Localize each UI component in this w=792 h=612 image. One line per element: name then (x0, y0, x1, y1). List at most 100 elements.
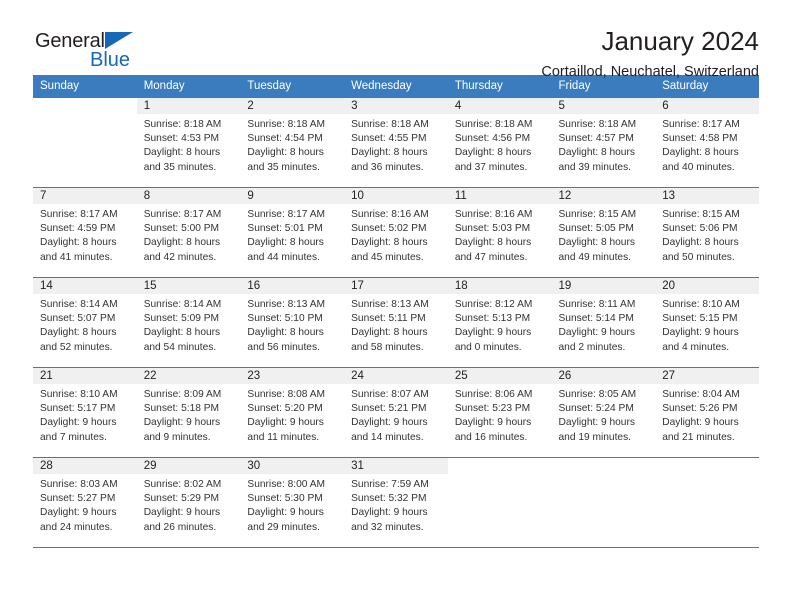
calendar-cell[interactable]: 26 Sunrise: 8:05 AM Sunset: 5:24 PM Dayl… (551, 367, 656, 457)
calendar-body: 1 Sunrise: 8:18 AM Sunset: 4:53 PM Dayli… (33, 97, 759, 547)
calendar-cell[interactable]: 25 Sunrise: 8:06 AM Sunset: 5:23 PM Dayl… (447, 367, 552, 457)
daylight-text-line2: and 21 minutes. (662, 431, 735, 443)
daylight-text-line2: and 2 minutes. (558, 341, 626, 353)
day-details: Sunrise: 8:13 AM Sunset: 5:11 PM Dayligh… (344, 294, 448, 355)
calendar-cell[interactable] (447, 457, 552, 547)
calendar-cell[interactable]: 7 Sunrise: 8:17 AM Sunset: 4:59 PM Dayli… (33, 187, 137, 277)
sunset-text: Sunset: 5:06 PM (662, 223, 738, 235)
calendar-cell[interactable]: 22 Sunrise: 8:09 AM Sunset: 5:18 PM Dayl… (136, 367, 241, 457)
triangle-icon (105, 32, 133, 49)
calendar-cell[interactable]: 18 Sunrise: 8:12 AM Sunset: 5:13 PM Dayl… (447, 277, 552, 367)
calendar-cell[interactable]: 11 Sunrise: 8:16 AM Sunset: 5:03 PM Dayl… (447, 187, 552, 277)
calendar-cell[interactable]: 28 Sunrise: 8:03 AM Sunset: 5:27 PM Dayl… (33, 457, 137, 547)
daylight-text-line1: Daylight: 8 hours (351, 237, 428, 249)
daylight-text-line2: and 4 minutes. (662, 341, 730, 353)
sunrise-text: Sunrise: 8:09 AM (143, 389, 222, 400)
sunrise-text: Sunrise: 8:17 AM (143, 209, 222, 220)
calendar-cell[interactable]: 1 Sunrise: 8:18 AM Sunset: 4:53 PM Dayli… (136, 97, 241, 187)
day-details: Sunrise: 8:07 AM Sunset: 5:21 PM Dayligh… (344, 384, 448, 445)
day-number: 11 (447, 188, 552, 204)
daylight-text-line1: Daylight: 9 hours (143, 507, 221, 519)
sunrise-text: Sunrise: 8:17 AM (40, 209, 118, 220)
day-number: 17 (344, 278, 448, 294)
daylight-text-line2: and 54 minutes. (143, 341, 217, 353)
day-number: 21 (33, 368, 137, 384)
day-details: Sunrise: 8:17 AM Sunset: 4:59 PM Dayligh… (33, 204, 137, 265)
calendar-cell[interactable]: 21 Sunrise: 8:10 AM Sunset: 5:17 PM Dayl… (33, 367, 137, 457)
day-details: Sunrise: 7:59 AM Sunset: 5:32 PM Dayligh… (344, 474, 448, 535)
calendar-cell[interactable]: 13 Sunrise: 8:15 AM Sunset: 5:06 PM Dayl… (655, 187, 759, 277)
sunset-text: Sunset: 4:56 PM (454, 133, 531, 145)
daylight-text-line2: and 58 minutes. (351, 341, 424, 353)
sunset-text: Sunset: 5:01 PM (247, 223, 323, 235)
sunset-text: Sunset: 5:05 PM (558, 223, 634, 235)
daylight-text-line1: Daylight: 9 hours (40, 417, 117, 429)
daylight-text-line1: Daylight: 8 hours (662, 237, 739, 249)
sunset-text: Sunset: 5:15 PM (662, 313, 738, 325)
daylight-text-line2: and 37 minutes. (454, 161, 528, 173)
day-details: Sunrise: 8:00 AM Sunset: 5:30 PM Dayligh… (240, 474, 344, 535)
day-number (551, 458, 656, 474)
calendar-cell[interactable]: 20 Sunrise: 8:10 AM Sunset: 5:15 PM Dayl… (655, 277, 759, 367)
calendar-cell[interactable]: 10 Sunrise: 8:16 AM Sunset: 5:02 PM Dayl… (344, 187, 448, 277)
calendar-cell[interactable] (551, 457, 656, 547)
calendar-cell[interactable]: 27 Sunrise: 8:04 AM Sunset: 5:26 PM Dayl… (655, 367, 759, 457)
calendar-week-row: 28 Sunrise: 8:03 AM Sunset: 5:27 PM Dayl… (33, 457, 759, 547)
sunrise-text: Sunrise: 8:15 AM (662, 209, 740, 220)
calendar-cell[interactable]: 5 Sunrise: 8:18 AM Sunset: 4:57 PM Dayli… (551, 97, 656, 187)
calendar-cell[interactable]: 2 Sunrise: 8:18 AM Sunset: 4:54 PM Dayli… (240, 97, 345, 187)
calendar-cell[interactable]: 15 Sunrise: 8:14 AM Sunset: 5:09 PM Dayl… (136, 277, 241, 367)
calendar-cell[interactable]: 14 Sunrise: 8:14 AM Sunset: 5:07 PM Dayl… (33, 277, 137, 367)
calendar-cell[interactable]: 17 Sunrise: 8:13 AM Sunset: 5:11 PM Dayl… (344, 277, 448, 367)
calendar-cell[interactable]: 24 Sunrise: 8:07 AM Sunset: 5:21 PM Dayl… (344, 367, 448, 457)
calendar-cell[interactable]: 23 Sunrise: 8:08 AM Sunset: 5:20 PM Dayl… (240, 367, 345, 457)
calendar-cell[interactable]: 9 Sunrise: 8:17 AM Sunset: 5:01 PM Dayli… (240, 187, 345, 277)
calendar-cell[interactable] (655, 457, 759, 547)
daylight-text-line2: and 0 minutes. (454, 341, 522, 353)
sunrise-text: Sunrise: 8:04 AM (662, 389, 740, 400)
calendar-cell[interactable]: 8 Sunrise: 8:17 AM Sunset: 5:00 PM Dayli… (136, 187, 241, 277)
calendar-cell[interactable]: 19 Sunrise: 8:11 AM Sunset: 5:14 PM Dayl… (551, 277, 656, 367)
sunset-text: Sunset: 5:10 PM (247, 313, 323, 325)
calendar-week-row: 1 Sunrise: 8:18 AM Sunset: 4:53 PM Dayli… (33, 97, 759, 187)
day-details: Sunrise: 8:18 AM Sunset: 4:54 PM Dayligh… (240, 114, 344, 175)
daylight-text-line1: Daylight: 9 hours (351, 417, 428, 429)
daylight-text-line1: Daylight: 8 hours (558, 237, 635, 249)
day-number: 8 (136, 188, 241, 204)
calendar-cell[interactable]: 29 Sunrise: 8:02 AM Sunset: 5:29 PM Dayl… (136, 457, 241, 547)
brand-logo[interactable]: General Blue (35, 30, 165, 78)
sunrise-text: Sunrise: 8:07 AM (351, 389, 429, 400)
daylight-text-line1: Daylight: 8 hours (247, 147, 324, 159)
day-number (655, 458, 759, 474)
day-number: 29 (136, 458, 241, 474)
calendar-cell[interactable]: 3 Sunrise: 8:18 AM Sunset: 4:55 PM Dayli… (344, 97, 448, 187)
daylight-text-line1: Daylight: 9 hours (40, 507, 117, 519)
sunrise-text: Sunrise: 8:16 AM (454, 209, 533, 220)
sunrise-text: Sunrise: 8:18 AM (351, 119, 429, 130)
daylight-text-line2: and 32 minutes. (351, 521, 424, 533)
calendar-cell[interactable]: 30 Sunrise: 8:00 AM Sunset: 5:30 PM Dayl… (240, 457, 345, 547)
sunset-text: Sunset: 5:20 PM (247, 403, 323, 415)
calendar-cell[interactable]: 16 Sunrise: 8:13 AM Sunset: 5:10 PM Dayl… (240, 277, 345, 367)
day-number: 12 (551, 188, 656, 204)
sunset-text: Sunset: 5:07 PM (40, 313, 116, 325)
calendar-cell[interactable]: 6 Sunrise: 8:17 AM Sunset: 4:58 PM Dayli… (655, 97, 759, 187)
sunrise-text: Sunrise: 8:14 AM (40, 299, 118, 310)
calendar-cell[interactable]: 31 Sunrise: 7:59 AM Sunset: 5:32 PM Dayl… (344, 457, 448, 547)
daylight-text-line1: Daylight: 8 hours (143, 327, 221, 339)
sunset-text: Sunset: 5:24 PM (558, 403, 634, 415)
sunrise-text: Sunrise: 8:08 AM (247, 389, 325, 400)
sunset-text: Sunset: 4:55 PM (351, 133, 427, 145)
sunset-text: Sunset: 5:29 PM (143, 493, 220, 505)
daylight-text-line2: and 41 minutes. (40, 251, 113, 263)
sunrise-text: Sunrise: 8:18 AM (558, 119, 637, 130)
calendar-week-row: 14 Sunrise: 8:14 AM Sunset: 5:07 PM Dayl… (33, 277, 759, 367)
day-details (655, 474, 759, 478)
calendar-cell[interactable]: 12 Sunrise: 8:15 AM Sunset: 5:05 PM Dayl… (551, 187, 656, 277)
daylight-text-line1: Daylight: 8 hours (454, 147, 532, 159)
calendar-cell[interactable] (33, 97, 137, 187)
calendar-cell[interactable]: 4 Sunrise: 8:18 AM Sunset: 4:56 PM Dayli… (447, 97, 552, 187)
day-details: Sunrise: 8:16 AM Sunset: 5:02 PM Dayligh… (344, 204, 448, 265)
page-header: General Blue January 2024 Cortaillod, Ne… (33, 0, 759, 80)
sunset-text: Sunset: 5:30 PM (247, 493, 323, 505)
